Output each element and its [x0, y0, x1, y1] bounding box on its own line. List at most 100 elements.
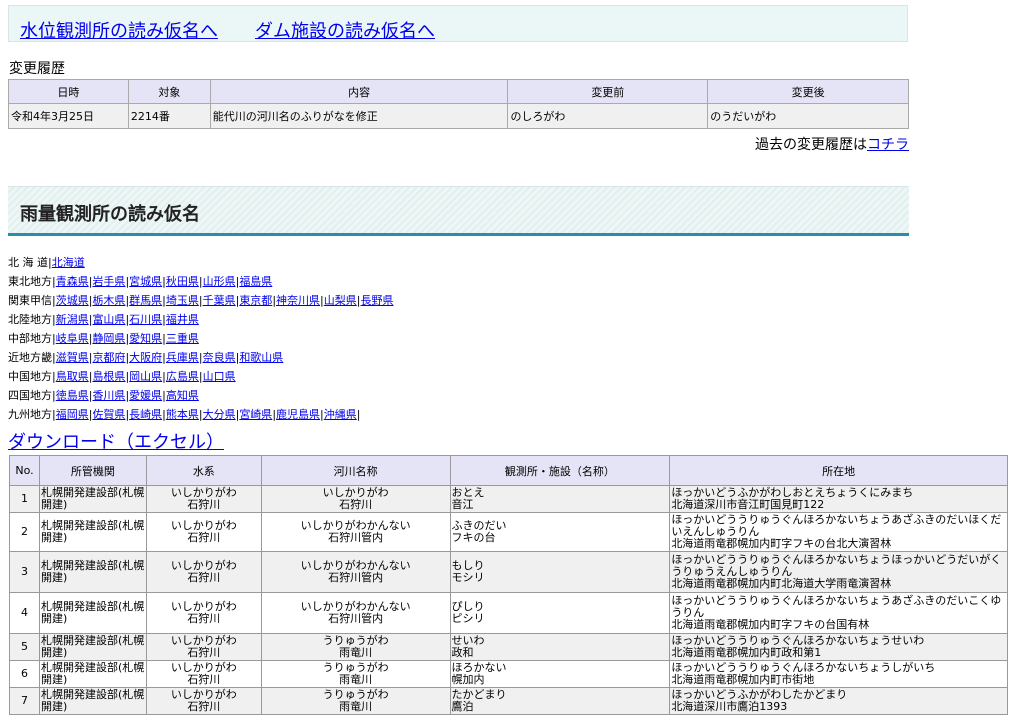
prefecture-link[interactable]: 富山県: [92, 313, 125, 326]
cell-river-name: いしかりがわかんない 石狩川管内: [260, 551, 451, 593]
prefecture-link[interactable]: 奈良県: [203, 351, 236, 364]
prefecture-link[interactable]: 新潟県: [56, 313, 89, 326]
cell-station-name: ほろかない 幌加内: [449, 660, 671, 688]
region-row: 関東甲信|茨城県|栃木県|群馬県|埼玉県|千葉県|東京都|神奈川県|山梨県|長野…: [8, 294, 394, 307]
history-content: 能代川の河川名のふりがなを修正: [209, 103, 509, 129]
history-header-target: 対象: [127, 79, 211, 104]
download-excel-link[interactable]: ダウンロード（エクセル）: [8, 428, 224, 454]
header-no: No.: [9, 455, 40, 486]
prefecture-link[interactable]: 山形県: [203, 275, 236, 288]
prefecture-link[interactable]: 兵庫県: [166, 351, 199, 364]
cell-water-system-line: 石狩川: [187, 646, 221, 659]
prefecture-link[interactable]: 埼玉県: [166, 294, 199, 307]
cell-agency-line: 札幌開発建設部(札幌開建): [40, 559, 145, 584]
cell-location: ほっかいどううりゅうぐんほろかないちょうしがいち 北海道雨竜郡幌加内町市街地: [669, 660, 1008, 688]
history-after: のうだいがわ: [707, 103, 909, 129]
prefecture-link[interactable]: 宮崎県: [239, 408, 272, 421]
region-label: 北陸地方: [8, 313, 52, 326]
cell-no: 6: [9, 660, 40, 688]
prefecture-link[interactable]: 福岡県: [56, 408, 89, 421]
prefecture-link[interactable]: 佐賀県: [92, 408, 125, 421]
cell-no: 1: [9, 485, 40, 513]
cell-agency: 札幌開発建設部(札幌開建): [38, 485, 147, 513]
cell-water-system-line: 石狩川: [187, 571, 221, 584]
region-row: 近地方畿|滋賀県|京都府|大阪府|兵庫県|奈良県|和歌山県: [8, 351, 284, 364]
prefecture-link[interactable]: 石川県: [129, 313, 162, 326]
prefecture-link[interactable]: 東京都: [239, 294, 272, 307]
past-history-link[interactable]: コチラ: [867, 137, 909, 153]
prefecture-link[interactable]: 長崎県: [129, 408, 162, 421]
dam-readings-link[interactable]: ダム施設の読み仮名へ: [255, 17, 435, 43]
prefecture-link[interactable]: 福島県: [239, 275, 272, 288]
cell-river-name-line: 雨竜川: [339, 700, 373, 713]
prefecture-link[interactable]: 群馬県: [129, 294, 162, 307]
cell-river-name-line: 石狩川: [339, 498, 373, 511]
prefecture-link[interactable]: 熊本県: [166, 408, 199, 421]
table-row: 5 札幌開発建設部(札幌開建) いしかりがわ 石狩川 うりゅうがわ 雨竜川 せいわ 政和 ほっか…: [9, 633, 1008, 661]
cell-water-system: いしかりがわ 石狩川: [145, 592, 262, 634]
prefecture-link[interactable]: 千葉県: [203, 294, 236, 307]
header-agency: 所管機関: [38, 455, 147, 486]
prefecture-link[interactable]: 北海道: [52, 256, 85, 269]
region-row: 四国地方|徳島県|香川県|愛媛県|高知県: [8, 389, 199, 402]
prefecture-link[interactable]: 和歌山県: [239, 351, 283, 364]
cell-river-name: いしかりがわかんない 石狩川管内: [260, 592, 451, 634]
header-river-name: 河川名称: [260, 455, 451, 486]
table-row: 6 札幌開発建設部(札幌開建) いしかりがわ 石狩川 うりゅうがわ 雨竜川 ほろかない 幌加内…: [9, 660, 1008, 688]
cell-location: ほっかいどううりゅうぐんほろかないちょうあざふきのだいこくゆうりん 北海道雨竜郡幌…: [669, 592, 1008, 634]
prefecture-link[interactable]: 鹿児島県: [276, 408, 320, 421]
region-label: 中部地方: [8, 332, 52, 345]
prefecture-link[interactable]: 岐阜県: [56, 332, 89, 345]
header-station-name: 観測所・施設（名称）: [449, 455, 671, 486]
prefecture-link[interactable]: 静岡県: [92, 332, 125, 345]
cell-agency: 札幌開発建設部(札幌開建): [38, 660, 147, 688]
cell-river-name-line: 雨竜川: [339, 673, 373, 686]
prefecture-link[interactable]: 愛知県: [129, 332, 162, 345]
prefecture-link[interactable]: 山梨県: [324, 294, 357, 307]
prefecture-link[interactable]: 徳島県: [56, 389, 89, 402]
cell-location-line: 北海道雨竜郡幌加内町字フキの台国有林: [671, 618, 870, 631]
prefecture-link[interactable]: 青森県: [56, 275, 89, 288]
prefecture-link[interactable]: 広島県: [166, 370, 199, 383]
prefecture-link[interactable]: 滋賀県: [56, 351, 89, 364]
prefecture-link[interactable]: 福井県: [166, 313, 199, 326]
prefecture-link[interactable]: 香川県: [92, 389, 125, 402]
region-trailing: |: [356, 408, 361, 421]
region-label: 中国地方: [8, 370, 52, 383]
cell-river-name: いしかりがわ 石狩川: [260, 485, 451, 513]
prefecture-link[interactable]: 三重県: [166, 332, 199, 345]
prefecture-link[interactable]: 宮城県: [129, 275, 162, 288]
prefecture-link[interactable]: 高知県: [166, 389, 199, 402]
prefecture-link[interactable]: 愛媛県: [129, 389, 162, 402]
prefecture-link[interactable]: 栃木県: [92, 294, 125, 307]
history-before: のしろがわ: [507, 103, 709, 129]
cell-water-system-line: 石狩川: [187, 612, 221, 625]
table-row: 2 札幌開発建設部(札幌開建) いしかりがわ 石狩川 いしかりがわかんない 石狩川管内 ふき…: [9, 512, 1008, 552]
prefecture-link[interactable]: 京都府: [92, 351, 125, 364]
history-header-before: 変更前: [507, 79, 709, 104]
table-row: 3 札幌開発建設部(札幌開建) いしかりがわ 石狩川 いしかりがわかんない 石狩川管内 もし…: [9, 551, 1008, 593]
prefecture-link[interactable]: 島根県: [92, 370, 125, 383]
water-level-readings-link[interactable]: 水位観測所の読み仮名へ: [20, 17, 218, 43]
cell-no-line: 5: [20, 640, 28, 653]
prefecture-link[interactable]: 長野県: [360, 294, 393, 307]
prefecture-link[interactable]: 茨城県: [56, 294, 89, 307]
prefecture-link[interactable]: 大分県: [203, 408, 236, 421]
top-nav-bar: 水位観測所の読み仮名へ ダム施設の読み仮名へ: [8, 5, 908, 42]
region-list: 北 海 道|北海道 東北地方|青森県|岩手県|宮城県|秋田県|山形県|福島県 関東甲…: [8, 253, 393, 424]
prefecture-link[interactable]: 山口県: [203, 370, 236, 383]
prefecture-link[interactable]: 神奈川県: [276, 294, 320, 307]
cell-station-name-line: たかどまり: [451, 688, 507, 701]
cell-no: 7: [9, 687, 40, 715]
prefecture-link[interactable]: 岡山県: [129, 370, 162, 383]
cell-river-name-line: 石狩川管内: [328, 612, 384, 625]
prefecture-link[interactable]: 秋田県: [166, 275, 199, 288]
prefecture-link[interactable]: 大阪府: [129, 351, 162, 364]
cell-river-name-line: 石狩川管内: [328, 571, 384, 584]
prefecture-link[interactable]: 岩手県: [92, 275, 125, 288]
cell-no-line: 6: [20, 667, 28, 680]
prefecture-link[interactable]: 沖縄県: [324, 408, 357, 421]
prefecture-link[interactable]: 鳥取県: [56, 370, 89, 383]
cell-location-line: 北海道雨竜郡幌加内町字フキの台北大演習林: [671, 537, 892, 550]
cell-no: 5: [9, 633, 40, 661]
